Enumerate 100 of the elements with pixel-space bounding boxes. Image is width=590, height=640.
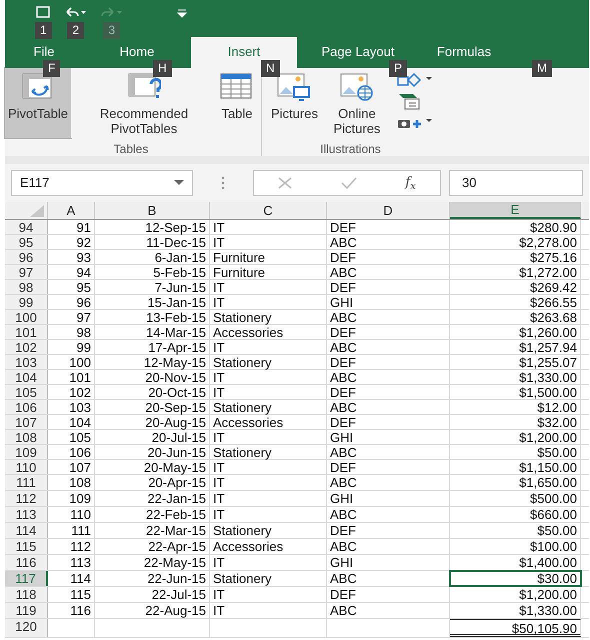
smartart-icon[interactable] [396,92,421,110]
ribbon-tab[interactable]: Formulas [419,37,509,59]
table-cell: 109 [69,491,91,506]
table-cell: $1,200.00 [519,587,577,602]
table-cell: 100 [69,355,91,370]
table-cell: Accessories [213,325,284,340]
column-header[interactable]: C [210,202,327,219]
cell-reference: E117 [20,174,50,192]
row-header[interactable]: 118 [5,587,48,602]
group-label: Tables [112,141,150,156]
row-header[interactable]: 107 [5,415,48,429]
keytip: N [261,60,280,77]
row-header[interactable]: 105 [5,385,48,399]
table-cell: DEF [330,523,356,538]
table-cell: DEF [330,250,356,265]
table-cell: ABC [330,603,357,618]
table-cell: GHI [330,295,354,310]
table-cell: 20-Jun-15 [147,445,206,460]
table-cell: $266.55 [530,295,577,310]
row-header[interactable]: 119 [5,603,48,618]
table-cell: 108 [69,475,91,490]
row-header[interactable]: 114 [5,523,48,538]
row-header[interactable]: 108 [5,430,48,444]
table-cell: 116 [70,603,91,618]
row-header[interactable]: 103 [5,355,48,369]
table-cell: IT [213,491,225,506]
picture-globe-icon [340,72,374,102]
row-header[interactable]: 117 [5,571,48,586]
ribbon-tab[interactable]: Page Layout [297,37,419,59]
row-header[interactable]: 116 [5,555,48,570]
table-cell: $280.90 [530,220,577,235]
row-header[interactable]: 98 [5,280,48,294]
row-header[interactable]: 112 [5,491,48,506]
keytip: 1 [35,22,52,39]
table-cell: Furniture [213,265,266,280]
table-cell: $12.00 [537,400,577,415]
table-cell: 13-Feb-15 [146,310,206,325]
row-header[interactable]: 120 [5,619,48,637]
row-header[interactable]: 100 [5,310,48,324]
keytip: M [532,60,552,77]
row-header[interactable]: 111 [5,475,48,490]
row-header[interactable]: 101 [5,325,48,339]
column-header[interactable]: A [48,202,95,219]
table-cell: $100.00 [530,539,577,554]
table-cell: 12-May-15 [144,355,206,370]
row-header[interactable]: 104 [5,370,48,384]
shapes-icon[interactable] [396,72,433,88]
row-header[interactable]: 106 [5,400,48,414]
table-cell: 14-Mar-15 [146,325,206,340]
table-cell: $500.00 [530,491,577,506]
table-cell: 6-Jan-15 [154,250,206,265]
ribbon-tab[interactable]: Home [83,37,191,59]
row-header[interactable]: 95 [5,235,48,249]
row-header[interactable]: 115 [5,539,48,554]
name-box[interactable]: E117 [11,170,193,196]
table-cell: 113 [70,555,91,570]
table-cell: $1,255.07 [519,355,577,370]
column-header[interactable]: B [95,202,210,219]
table-cell: 22-Feb-15 [146,507,206,522]
dropdown-arrow-icon [174,180,184,186]
row-header[interactable]: 97 [5,265,48,279]
table-cell: $50.00 [537,445,577,460]
row-header[interactable]: 96 [5,250,48,264]
table-cell: DEF [330,325,356,340]
table-cell: DEF [330,220,356,235]
table-cell: IT [213,340,225,355]
table-cell: 95 [76,280,91,295]
ribbon-tab[interactable]: File [5,37,83,59]
table-cell: $2,278.00 [519,235,577,250]
table-cell: $1,650.00 [519,475,577,490]
table-cell: IT [213,235,225,250]
table-cell: IT [213,475,225,490]
table-cell: 22-Aug-15 [145,603,206,618]
save-icon[interactable] [35,6,52,20]
insert-function-button[interactable]: f$_{x}$ [405,173,416,193]
table-cell: 20-Aug-15 [145,415,206,430]
formula-field[interactable]: 30 [449,170,583,196]
keytip: 3 [103,22,120,39]
table-cell: 97 [76,310,91,325]
table-cell: $50,105.90 [512,621,577,636]
formula-value: 30 [462,174,476,192]
table-cell: 93 [76,250,91,265]
row-header[interactable]: 113 [5,507,48,522]
row-header[interactable]: 110 [5,460,48,474]
row-header[interactable]: 109 [5,445,48,459]
table-cell: 105 [69,430,91,445]
row-header[interactable]: 94 [5,220,48,234]
column-header[interactable]: E [450,202,581,219]
table-cell: $1,400.00 [519,555,577,570]
table-cell: 17-Apr-15 [148,340,206,355]
table-cell: Furniture [213,250,266,265]
table-cell: 20-Apr-15 [148,475,206,490]
row-header[interactable]: 99 [5,295,48,309]
table-cell: IT [213,603,225,618]
table-cell: 91 [76,220,91,235]
table-cell: IT [213,220,225,235]
check-icon[interactable] [340,177,357,189]
table-cell: IT [213,280,225,295]
table-cell: 11-Dec-15 [146,235,206,250]
row-header[interactable]: 102 [5,340,48,354]
